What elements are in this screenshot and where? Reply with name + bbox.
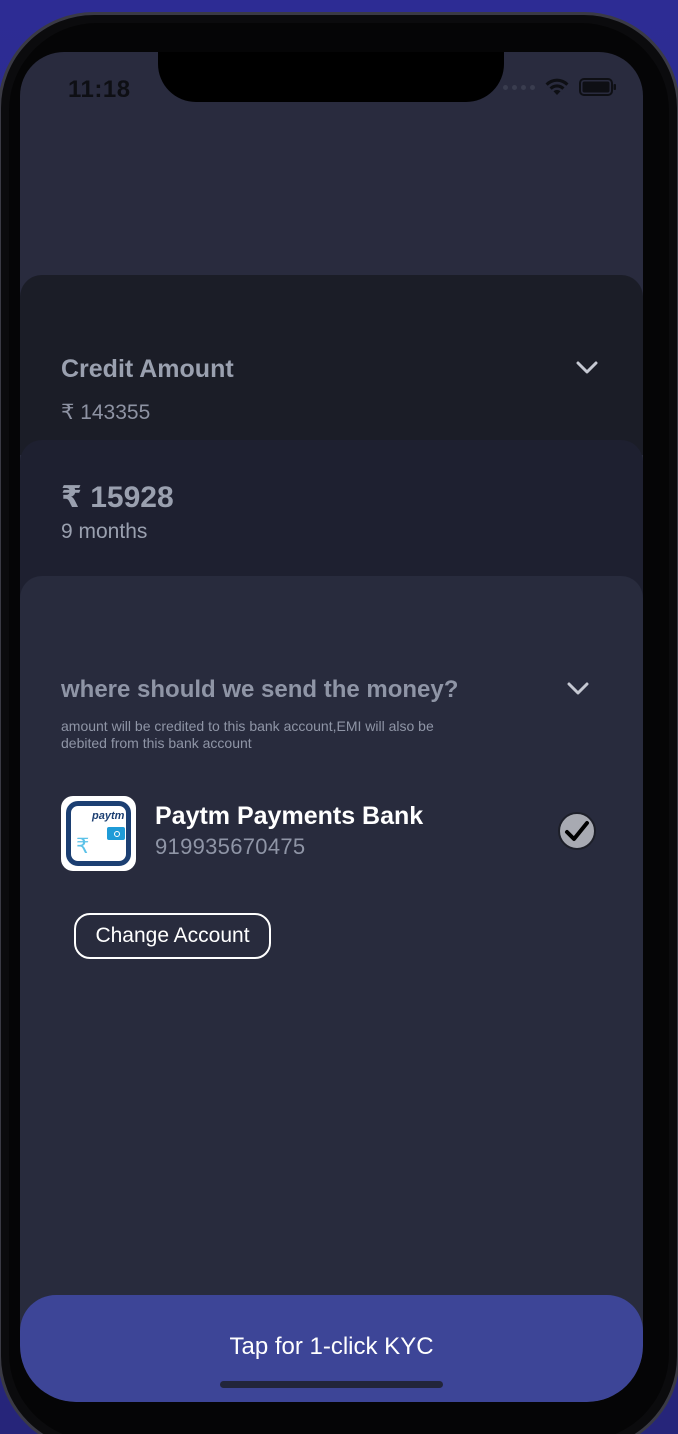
wallet-icon (107, 827, 125, 840)
battery-icon (579, 78, 617, 96)
change-account-button[interactable]: Change Account (74, 913, 271, 959)
signal-icon (503, 84, 535, 90)
wifi-icon (545, 78, 569, 96)
emi-tenure: 9 months (61, 520, 148, 543)
home-indicator (220, 1381, 443, 1388)
chevron-down-icon[interactable] (576, 361, 598, 375)
bank-section-subtitle: amount will be credited to this bank acc… (61, 718, 434, 751)
check-circle-icon[interactable] (558, 812, 596, 850)
status-icons (503, 78, 617, 96)
credit-amount-title: Credit Amount (61, 355, 234, 383)
status-time: 11:18 (68, 76, 131, 103)
emi-amount: ₹ 15928 (61, 481, 174, 514)
kyc-button-label: Tap for 1-click KYC (229, 1333, 434, 1360)
credit-amount-value: ₹ 143355 (61, 401, 151, 424)
notch (158, 52, 504, 102)
bank-name: Paytm Payments Bank (155, 802, 424, 830)
bank-account-section: where should we send the money? amount w… (20, 576, 643, 1316)
bank-account-number: 919935670475 (155, 834, 306, 859)
app-screen: 11:18 Credit Amount ₹ 143355 ₹ 15928 9 m… (20, 52, 643, 1402)
rupee-icon: ₹ (76, 835, 90, 858)
paytm-bank-logo: paytm ₹ (61, 796, 136, 871)
chevron-down-icon[interactable] (567, 682, 589, 696)
credit-amount-section[interactable]: Credit Amount ₹ 143355 (20, 275, 643, 455)
bank-section-title: where should we send the money? (61, 676, 459, 703)
bank-logo-text: paytm (92, 810, 125, 822)
